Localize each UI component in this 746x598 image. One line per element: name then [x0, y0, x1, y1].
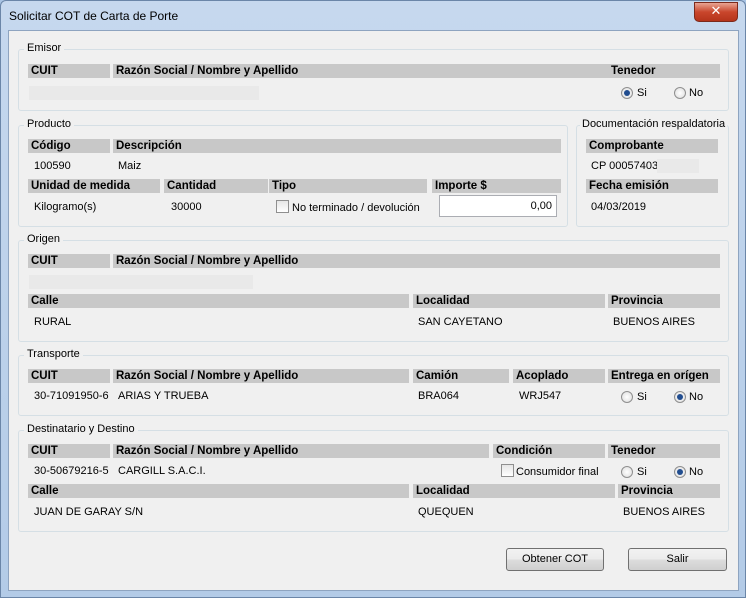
emisor-razon-header: Razón Social / Nombre y Apellido — [113, 64, 609, 78]
destinatario-provincia-value: BUENOS AIRES — [623, 506, 705, 518]
obtener-cot-button[interactable]: Obtener COT — [506, 548, 604, 571]
transporte-camion-value: BRA064 — [418, 390, 459, 402]
destinatario-localidad-value: QUEQUEN — [418, 506, 474, 518]
emisor-tenedor-no-label: No — [689, 87, 704, 99]
emisor-cuit-value — [29, 86, 111, 100]
destinatario-tenedor-no-radio[interactable] — [674, 466, 686, 478]
close-button[interactable]: ✕ — [694, 2, 738, 22]
entrega-si-radio[interactable] — [621, 391, 633, 403]
transporte-razon-header: Razón Social / Nombre y Apellido — [113, 369, 409, 383]
emisor-razon-value — [111, 86, 259, 100]
producto-group-label: Producto — [24, 118, 75, 130]
destinatario-cuit-header: CUIT — [28, 444, 110, 458]
destinatario-razon-header: Razón Social / Nombre y Apellido — [113, 444, 489, 458]
consumidor-final-label: Consumidor final — [516, 466, 599, 478]
no-terminado-label: No terminado / devolución — [292, 202, 420, 214]
emisor-cuit-header: CUIT — [28, 64, 110, 78]
destinatario-tenedor-no-label: No — [689, 466, 704, 478]
origen-localidad-header: Localidad — [413, 294, 605, 308]
origen-calle-header: Calle — [28, 294, 409, 308]
origen-localidad-value: SAN CAYETANO — [418, 316, 503, 328]
comprobante-value: CP 00057403 — [591, 160, 659, 172]
comprobante-redacted — [657, 159, 699, 173]
comprobante-header: Comprobante — [586, 139, 718, 153]
producto-importe-header: Importe $ — [432, 179, 561, 193]
destinatario-calle-value: JUAN DE GARAY S/N — [34, 506, 144, 518]
no-terminado-checkbox[interactable] — [276, 200, 289, 213]
producto-descripcion-value: Maiz — [118, 160, 142, 172]
producto-cantidad-value: 30000 — [171, 201, 202, 213]
salir-button[interactable]: Salir — [628, 548, 727, 571]
fecha-emision-header: Fecha emisión — [586, 179, 718, 193]
destinatario-cuit-value: 30-50679216-5 — [34, 465, 109, 477]
dialog-client-area: Emisor CUIT Razón Social / Nombre y Apel… — [8, 30, 739, 591]
emisor-tenedor-si-radio[interactable] — [621, 87, 633, 99]
documentacion-group-label: Documentación respaldatoria — [580, 118, 728, 130]
emisor-tenedor-header: Tenedor — [608, 64, 720, 78]
consumidor-final-checkbox[interactable] — [501, 464, 514, 477]
entrega-no-radio[interactable] — [674, 391, 686, 403]
destinatario-razon-value: CARGILL S.A.C.I. — [118, 465, 206, 477]
destinatario-localidad-header: Localidad — [413, 484, 615, 498]
origen-cuit-header: CUIT — [28, 254, 110, 268]
transporte-camion-header: Camión — [413, 369, 509, 383]
transporte-group: Transporte CUIT Razón Social / Nombre y … — [18, 348, 729, 416]
emisor-tenedor-si-label: Si — [637, 87, 647, 99]
emisor-group-label: Emisor — [24, 42, 65, 54]
transporte-entrega-header: Entrega en orígen — [608, 369, 720, 383]
transporte-acoplado-value: WRJ547 — [519, 390, 562, 402]
destinatario-calle-header: Calle — [28, 484, 409, 498]
producto-codigo-header: Código — [28, 139, 110, 153]
origen-calle-value: RURAL — [34, 316, 72, 328]
destinatario-group: Destinatario y Destino CUIT Razón Social… — [18, 423, 729, 532]
producto-cantidad-header: Cantidad — [164, 179, 268, 193]
entrega-si-label: Si — [637, 391, 647, 403]
origen-provincia-value: BUENOS AIRES — [613, 316, 695, 328]
destinatario-group-label: Destinatario y Destino — [24, 423, 138, 435]
dialog-window: Solicitar COT de Carta de Porte ✕ Emisor… — [0, 0, 746, 598]
producto-descripcion-header: Descripción — [113, 139, 561, 153]
origen-group-label: Origen — [24, 233, 64, 245]
destinatario-provincia-header: Provincia — [618, 484, 720, 498]
transporte-cuit-header: CUIT — [28, 369, 110, 383]
window-title: Solicitar COT de Carta de Porte — [9, 9, 179, 23]
emisor-tenedor-no-radio[interactable] — [674, 87, 686, 99]
title-bar[interactable]: Solicitar COT de Carta de Porte ✕ — [1, 1, 745, 31]
producto-codigo-value: 100590 — [34, 160, 71, 172]
origen-razon-header: Razón Social / Nombre y Apellido — [113, 254, 720, 268]
entrega-no-label: No — [689, 391, 704, 403]
destinatario-tenedor-si-label: Si — [637, 466, 647, 478]
destinatario-tenedor-si-radio[interactable] — [621, 466, 633, 478]
transporte-acoplado-header: Acoplado — [513, 369, 605, 383]
documentacion-group: Documentación respaldatoria Comprobante … — [576, 118, 729, 227]
producto-group: Producto Código Descripción 100590 Maiz … — [18, 118, 568, 227]
producto-unidad-header: Unidad de medida — [28, 179, 160, 193]
emisor-group: Emisor CUIT Razón Social / Nombre y Apel… — [18, 42, 729, 111]
origen-group: Origen CUIT Razón Social / Nombre y Apel… — [18, 233, 729, 342]
transporte-razon-value: ARIAS Y TRUEBA — [118, 390, 209, 402]
transporte-group-label: Transporte — [24, 348, 83, 360]
producto-unidad-value: Kilogramo(s) — [34, 201, 97, 213]
origen-provincia-header: Provincia — [608, 294, 720, 308]
fecha-emision-value: 04/03/2019 — [591, 201, 647, 213]
transporte-cuit-value: 30-71091950-6 — [34, 390, 109, 402]
close-icon: ✕ — [710, 4, 722, 19]
producto-tipo-header: Tipo — [269, 179, 427, 193]
origen-cuit-value — [29, 275, 111, 289]
origen-razon-value — [111, 275, 253, 289]
destinatario-condicion-header: Condición — [493, 444, 605, 458]
importe-input[interactable]: 0,00 — [439, 195, 557, 217]
destinatario-tenedor-header: Tenedor — [608, 444, 720, 458]
